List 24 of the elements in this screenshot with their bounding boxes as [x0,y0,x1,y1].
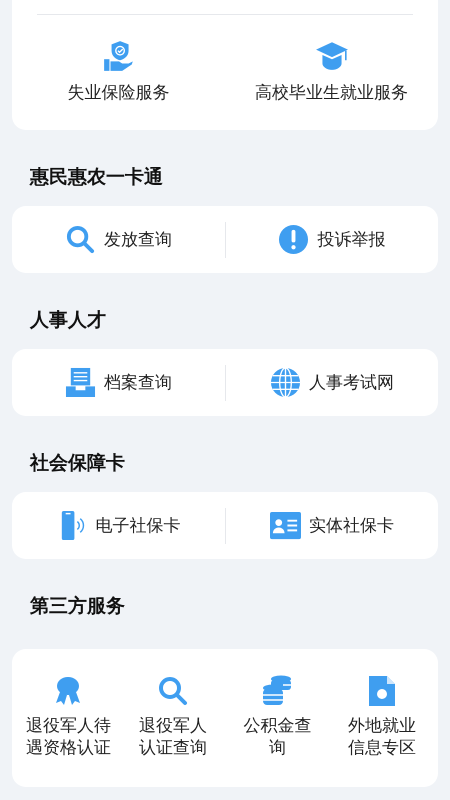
service-item[interactable]: 实体社保卡 [226,510,438,541]
service-item[interactable]: 发放查询 [12,224,224,255]
search-icon [156,675,189,707]
search-icon [64,224,96,255]
service-item[interactable]: 人事考试网 [226,367,438,398]
service-item[interactable]: 失业保险服务 [12,39,225,104]
archive-tray-icon [64,367,96,398]
service-item[interactable]: 退役军人认证查询 [120,675,225,760]
id-card-icon [270,510,301,541]
section-title: 人事人才 [30,308,106,333]
exclamation-circle-icon [278,224,310,255]
section-title: 社会保障卡 [30,451,125,476]
shield-hand-icon [102,39,136,73]
service-item[interactable]: 电子社保卡 [12,510,224,541]
section-title: 惠民惠农一卡通 [30,165,163,190]
service-item[interactable]: 档案查询 [12,367,224,398]
service-item[interactable]: 退役军人待遇资格认证 [16,675,120,760]
section-title: 第三方服务 [30,594,125,619]
service-item[interactable]: 高校毕业生就业服务 [225,39,438,104]
coin-stack-icon [261,675,294,707]
service-item[interactable]: 投诉举报 [226,224,438,255]
globe-icon [270,367,301,398]
service-item[interactable]: 公积金查询 [225,675,330,760]
service-item[interactable]: 外地就业信息专区 [330,675,434,760]
